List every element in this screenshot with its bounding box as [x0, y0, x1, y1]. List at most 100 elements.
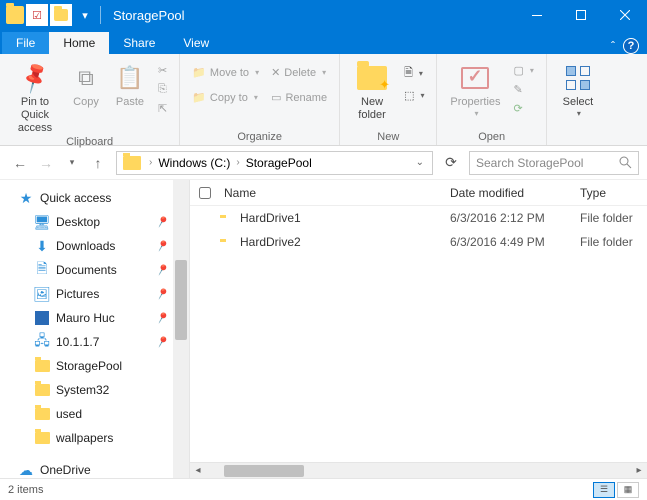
tab-share[interactable]: Share — [109, 32, 169, 54]
tree-item[interactable]: StoragePool — [0, 354, 189, 378]
col-name[interactable]: Name — [220, 186, 450, 200]
select-icon — [562, 62, 594, 94]
chevron-right-icon[interactable]: › — [145, 157, 156, 168]
tree-item-label: StoragePool — [56, 359, 122, 373]
search-placeholder: Search StoragePool — [476, 156, 583, 170]
cut-icon: ✂ — [158, 64, 167, 77]
paste-icon: 📋 — [114, 62, 146, 94]
properties-button[interactable]: Properties▾ — [445, 58, 505, 119]
downloads-icon: ⬇ — [34, 238, 50, 254]
tree-item[interactable]: Mauro Huc📍 — [0, 306, 189, 330]
delete-button[interactable]: ✕Delete▾ — [267, 64, 331, 81]
onedrive-icon: ☁ — [18, 462, 34, 478]
address-bar[interactable]: › Windows (C:) › StoragePool ⌄ — [116, 151, 433, 175]
paste-shortcut-button[interactable]: ⇱ — [154, 100, 171, 117]
cut-button[interactable]: ✂ — [154, 62, 171, 79]
tree-item-label: 10.1.1.7 — [56, 335, 99, 349]
open-icon: ▢ — [513, 64, 523, 77]
tree-item[interactable]: 🖧10.1.1.7📍 — [0, 330, 189, 354]
tree-item[interactable]: System32 — [0, 378, 189, 402]
breadcrumb-folder[interactable]: StoragePool — [244, 156, 314, 170]
pin-icon: 📍 — [153, 285, 171, 303]
qat-customize-dropdown[interactable]: ▾ — [74, 4, 96, 26]
folder-icon — [34, 382, 50, 398]
tree-item[interactable]: wallpapers — [0, 426, 189, 450]
tree-quickaccess[interactable]: ★ Quick access — [0, 186, 189, 210]
tree-scrollbar[interactable] — [173, 180, 189, 478]
ribbon: 📌 Pin to Quick access ⧉ Copy 📋 Paste ✂ ⎘… — [0, 54, 647, 146]
folder-icon — [34, 358, 50, 374]
delete-icon: ✕ — [271, 66, 280, 79]
search-box[interactable]: Search StoragePool — [469, 151, 639, 175]
qat-properties-icon[interactable]: ☑ — [26, 4, 48, 26]
details-view-button[interactable]: ☰ — [593, 482, 615, 498]
copy-button[interactable]: ⧉ Copy — [66, 58, 106, 109]
rename-button[interactable]: ▭Rename — [267, 89, 331, 106]
tree-item-label: Desktop — [56, 215, 100, 229]
qat-newfolder-icon[interactable] — [50, 4, 72, 26]
tree-item[interactable]: used — [0, 402, 189, 426]
copyto-button[interactable]: 📁Copy to▾ — [188, 89, 263, 106]
copy-path-button[interactable]: ⎘ — [154, 81, 171, 98]
newfolder-button[interactable]: New folder — [348, 58, 396, 122]
file-name: HardDrive1 — [240, 211, 450, 225]
folder-icon — [34, 430, 50, 446]
shortcut-icon: ⇱ — [158, 102, 167, 115]
breadcrumb-drive[interactable]: Windows (C:) — [156, 156, 232, 170]
copy-path-icon: ⎘ — [158, 83, 167, 96]
file-row[interactable]: HardDrive16/3/2016 2:12 PMFile folder — [190, 206, 647, 230]
help-icon[interactable]: ? — [623, 38, 639, 54]
newitem-button[interactable]: 🗎▾ — [400, 62, 428, 85]
pin-quickaccess-button[interactable]: 📌 Pin to Quick access — [8, 58, 62, 136]
edit-button[interactable]: ✎ — [509, 81, 537, 98]
group-label-open: Open — [445, 131, 537, 145]
moveto-button[interactable]: 📁Move to▾ — [188, 64, 263, 81]
select-button[interactable]: Select▾ — [555, 58, 601, 119]
group-label-clipboard: Clipboard — [8, 136, 171, 150]
tab-file[interactable]: File — [2, 32, 49, 54]
folder-icon — [34, 406, 50, 422]
nav-bar: ← → ▾ ↑ › Windows (C:) › StoragePool ⌄ ⟳… — [0, 146, 647, 180]
pictures-icon: 🖼 — [34, 286, 50, 302]
title-bar: ☑ ▾ StoragePool — [0, 0, 647, 30]
paste-button[interactable]: 📋 Paste — [110, 58, 150, 109]
group-label-organize: Organize — [188, 131, 331, 145]
tab-home[interactable]: Home — [49, 32, 109, 54]
easyaccess-button[interactable]: ⬚▾ — [400, 87, 428, 104]
tree-item[interactable]: 🗎Documents📍 — [0, 258, 189, 282]
minimize-button[interactable] — [515, 0, 559, 30]
chevron-right-icon[interactable]: › — [232, 157, 243, 168]
newfolder-icon — [356, 62, 388, 94]
refresh-button[interactable]: ⟳ — [439, 154, 463, 171]
tab-view[interactable]: View — [169, 32, 223, 54]
maximize-button[interactable] — [559, 0, 603, 30]
pin-icon: 📍 — [153, 261, 171, 279]
up-button[interactable]: ↑ — [86, 151, 110, 175]
select-all-checkbox[interactable] — [199, 187, 211, 199]
pin-icon: 📍 — [153, 309, 171, 327]
nav-tree[interactable]: ★ Quick access 🖥Desktop📍⬇Downloads📍🗎Docu… — [0, 180, 190, 478]
recent-dropdown[interactable]: ▾ — [60, 151, 84, 175]
collapse-ribbon-icon[interactable]: ˆ — [611, 39, 615, 53]
tree-item[interactable]: ⬇Downloads📍 — [0, 234, 189, 258]
app-icon[interactable] — [6, 6, 24, 24]
tree-item-label: Documents — [56, 263, 117, 277]
tree-item[interactable]: 🖥Desktop📍 — [0, 210, 189, 234]
tree-onedrive[interactable]: ☁ OneDrive — [0, 458, 189, 478]
col-type[interactable]: Type — [580, 186, 647, 200]
open-button[interactable]: ▢▾ — [509, 62, 537, 79]
window-title: StoragePool — [113, 8, 185, 23]
close-button[interactable] — [603, 0, 647, 30]
file-row[interactable]: HardDrive26/3/2016 4:49 PMFile folder — [190, 230, 647, 254]
col-date[interactable]: Date modified — [450, 186, 580, 200]
forward-button[interactable]: → — [34, 151, 58, 175]
file-list: Name Date modified Type HardDrive16/3/20… — [190, 180, 647, 478]
history-button[interactable]: ⟳ — [509, 100, 537, 117]
moveto-icon: 📁 — [192, 66, 206, 79]
back-button[interactable]: ← — [8, 151, 32, 175]
address-dropdown[interactable]: ⌄ — [416, 157, 430, 168]
tree-item[interactable]: 🖼Pictures📍 — [0, 282, 189, 306]
file-type: File folder — [580, 211, 647, 225]
h-scrollbar[interactable]: ◂▸ — [190, 462, 647, 478]
icons-view-button[interactable]: ▦ — [617, 482, 639, 498]
